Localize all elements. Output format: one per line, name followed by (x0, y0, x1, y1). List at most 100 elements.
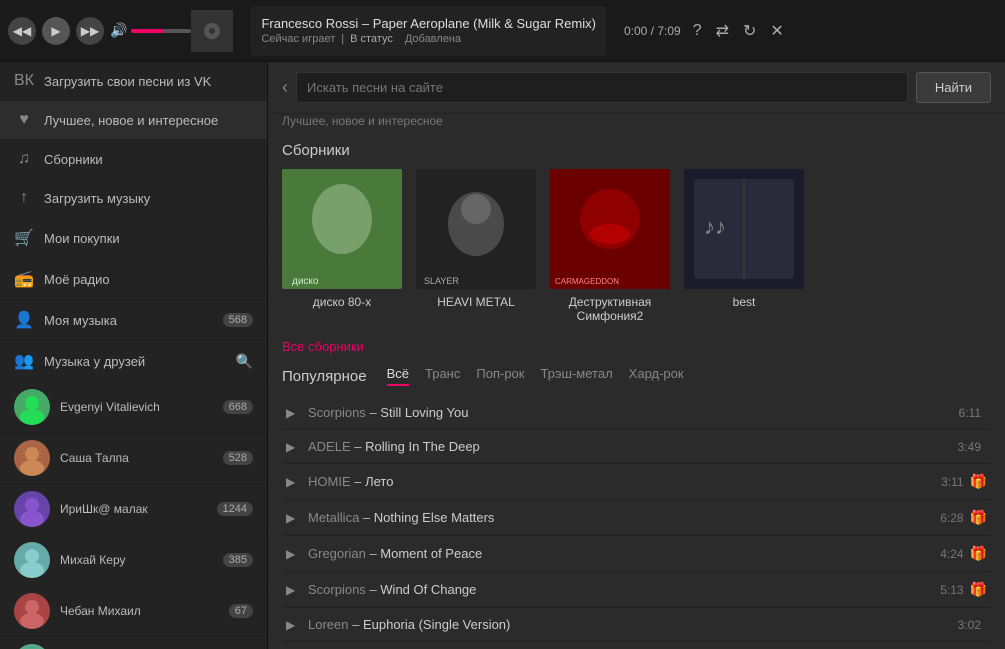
user-name-cheban: Чебан Михаил (60, 604, 219, 618)
sidebar-label-best: Лучшее, новое и интересное (44, 113, 253, 128)
badge-cheban: 67 (229, 604, 253, 618)
play-icon: ▶ (286, 406, 300, 420)
sidebar-item-purchases[interactable]: 🛒 Мои покупки (0, 218, 267, 259)
separator-6: – (369, 582, 380, 597)
play-icon: ▶ (286, 511, 300, 525)
sidebar-item-upload[interactable]: ↑ Загрузить музыку (0, 179, 267, 218)
track-row[interactable]: ▶ HOMIE – Лето 3:11 🎁 (282, 464, 991, 500)
separator-3: – (354, 474, 365, 489)
sidebar-label-my-music: Моя музыка (44, 313, 213, 328)
track-name-5: Moment of Peace (380, 546, 482, 561)
svg-text:CARMAGEDDON: CARMAGEDDON (555, 277, 619, 286)
tab-pop-rock[interactable]: Поп-рок (476, 366, 524, 386)
volume-icon: 🔊 (110, 22, 127, 39)
sidebar-item-friends-music[interactable]: 👥 Музыка у друзей 🔍 (0, 341, 267, 382)
gift-icon-6[interactable]: 🎁 (970, 581, 987, 598)
track-main-area: Francesco Rossi – Paper Aeroplane (Milk … (191, 6, 688, 56)
sidebar-user-mihay[interactable]: Михай Керу 385 (0, 535, 267, 586)
sidebar-item-radio[interactable]: 📻 Моё радио (0, 259, 267, 300)
added-label: Добавлена (405, 33, 461, 45)
sidebar-label-radio: Моё радио (44, 272, 253, 287)
sidebar: ВК Загрузить свои песни из VK ♥ Лучшее, … (0, 62, 268, 649)
next-button[interactable]: ▶▶ (76, 17, 104, 45)
collection-item-best[interactable]: ♪♪ best (684, 169, 804, 323)
collection-item-disco[interactable]: диско диско 80-х (282, 169, 402, 323)
repeat-icon[interactable]: ↻ (739, 17, 760, 45)
all-collections-link[interactable]: Все сборники (268, 333, 1005, 366)
sidebar-user-sasha[interactable]: Саша Талпа 528 (0, 433, 267, 484)
track-row-title: HOMIE – Лето (308, 474, 941, 489)
collection-cover-best: ♪♪ (684, 169, 804, 289)
top-right-buttons: ? ⇄ ↻ ✕ (689, 17, 788, 45)
heart-icon: ♥ (14, 111, 34, 129)
gift-icon-3[interactable]: 🎁 (970, 473, 987, 490)
sidebar-user-cheban[interactable]: Чебан Михаил 67 (0, 586, 267, 637)
track-duration-5: 4:24 (940, 547, 963, 561)
volume-bar[interactable] (131, 29, 191, 33)
shuffle-icon[interactable]: ⇄ (712, 17, 733, 45)
music-icon: ♫ (14, 150, 34, 168)
tab-trash-metal[interactable]: Трэш-метал (540, 366, 612, 386)
cart-icon: 🛒 (14, 228, 34, 248)
sidebar-item-best-new[interactable]: ♥ Лучшее, новое и интересное (0, 101, 267, 140)
sidebar-label-vk: Загрузить свои песни из VK (44, 74, 253, 89)
user-name-mihay: Михай Керу (60, 553, 213, 567)
sidebar-label-upload: Загрузить музыку (44, 191, 253, 206)
separator-5: – (369, 546, 380, 561)
track-row-title: Scorpions – Wind Of Change (308, 582, 940, 597)
sidebar-user-evgenyi[interactable]: Evgenyi Vitalievich 668 (0, 382, 267, 433)
track-row[interactable]: ▶ ADELE – Rolling In The Deep 3:49 (282, 430, 991, 464)
separator: | (341, 33, 344, 45)
track-row[interactable]: ▶ Metallica – Nothing Else Matters 6:28 … (282, 500, 991, 536)
search-icon[interactable]: 🔍 (236, 353, 253, 370)
track-artist-2: ADELE (308, 439, 351, 454)
sidebar-user-vip[interactable]: Vip Men Gypsy 381 (0, 637, 267, 649)
question-icon[interactable]: ? (689, 18, 706, 44)
sidebar-item-my-music[interactable]: 👤 Моя музыка 568 (0, 300, 267, 341)
player-controls: ◀◀ ▶ ▶▶ (8, 17, 104, 45)
play-icon: ▶ (286, 547, 300, 561)
track-duration-2: 3:49 (958, 440, 981, 454)
user-name-sasha: Саша Талпа (60, 451, 213, 465)
badge-sasha: 528 (223, 451, 253, 465)
track-artist-3: HOMIE (308, 474, 351, 489)
status-btn[interactable]: В статус (350, 33, 393, 45)
gift-icon-4[interactable]: 🎁 (970, 509, 987, 526)
avatar-vip (14, 644, 50, 649)
track-row[interactable]: ▶ Gregorian – Moment of Peace 4:24 🎁 (282, 536, 991, 572)
collection-label-destruct: Деструктивная Симфония2 (550, 295, 670, 323)
sidebar-label-purchases: Мои покупки (44, 231, 253, 246)
search-button[interactable]: Найти (916, 72, 991, 103)
track-sub: Сейчас играет | В статус Добавлена (261, 33, 596, 45)
play-icon: ▶ (286, 475, 300, 489)
tab-all[interactable]: Всё (387, 366, 409, 386)
avatar-cheban (14, 593, 50, 629)
track-artist-1: Scorpions (308, 405, 366, 420)
track-artist-6: Scorpions (308, 582, 366, 597)
sidebar-item-collections[interactable]: ♫ Сборники (0, 140, 267, 179)
track-artist-4: Metallica (308, 510, 359, 525)
collection-item-destruct[interactable]: CARMAGEDDON Деструктивная Симфония2 (550, 169, 670, 323)
track-row-title: Loreen – Euphoria (Single Version) (308, 617, 958, 632)
track-row[interactable]: ▶ Scorpions – Wind Of Change 5:13 🎁 (282, 572, 991, 608)
tab-hard-rock[interactable]: Хард-рок (629, 366, 684, 386)
prev-button[interactable]: ◀◀ (8, 17, 36, 45)
badge-mihay: 385 (223, 553, 253, 567)
collection-cover-disco: диско (282, 169, 402, 289)
back-icon[interactable]: ‹ (282, 77, 288, 98)
sidebar-user-irisha[interactable]: ИриШк@ малак 1244 (0, 484, 267, 535)
collection-cover-metal: SLAYER (416, 169, 536, 289)
search-input[interactable] (296, 72, 908, 103)
tab-trance[interactable]: Транс (425, 366, 460, 386)
sidebar-item-vk-upload[interactable]: ВК Загрузить свои песни из VK (0, 62, 267, 101)
close-icon[interactable]: ✕ (766, 17, 787, 45)
play-button[interactable]: ▶ (42, 17, 70, 45)
collections-title: Сборники (282, 142, 991, 159)
track-row[interactable]: ▶ Loreen – Euphoria (Single Version) 3:0… (282, 608, 991, 642)
collection-item-metal[interactable]: SLAYER HEAVI METAL (416, 169, 536, 323)
play-icon: ▶ (286, 618, 300, 632)
avatar-evgenyi (14, 389, 50, 425)
gift-icon-5[interactable]: 🎁 (970, 545, 987, 562)
track-duration-6: 5:13 (940, 583, 963, 597)
track-row[interactable]: ▶ Scorpions – Still Loving You 6:11 (282, 396, 991, 430)
